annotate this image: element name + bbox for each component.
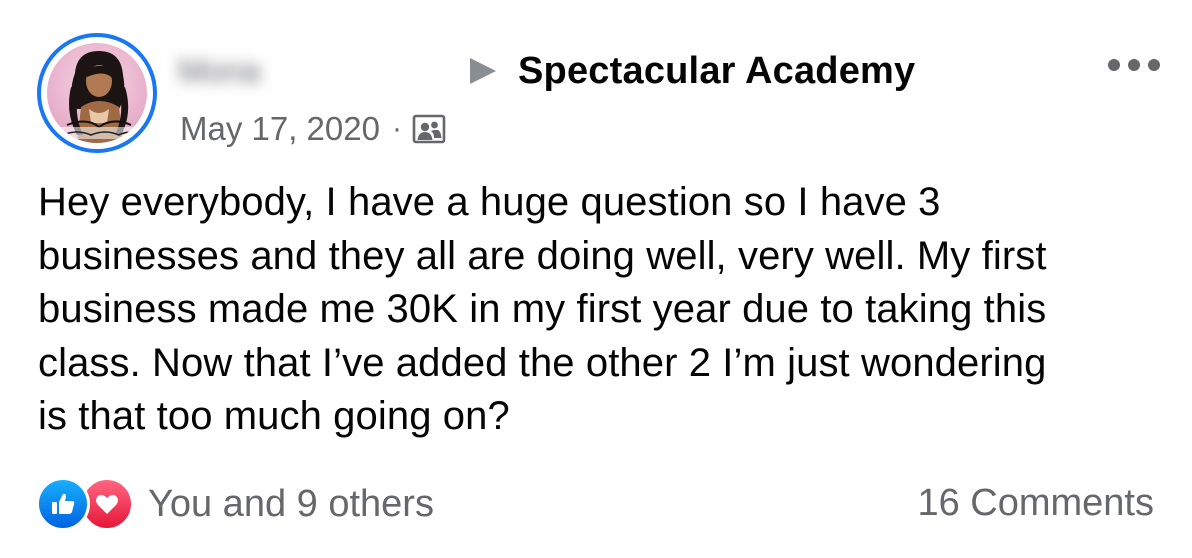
post-date[interactable]: May 17, 2020 — [180, 110, 380, 148]
post-body-line: Hey everybody, I have a huge question so… — [38, 180, 941, 224]
more-dot-icon — [1108, 59, 1120, 71]
author-avatar[interactable] — [37, 33, 157, 153]
group-members-icon[interactable] — [412, 112, 446, 146]
post-body-line: class. Now that I’ve added the other 2 I… — [38, 340, 1047, 385]
post-meta: May 17, 2020 · — [180, 108, 446, 150]
reactions-count[interactable]: You and 9 others — [148, 483, 434, 526]
reactions-summary[interactable]: You and 9 others — [36, 477, 434, 531]
post-body-line: is that too much going on? — [38, 394, 510, 438]
more-dot-icon — [1128, 59, 1140, 71]
more-options-button[interactable] — [1108, 54, 1160, 76]
avatar-image — [47, 43, 147, 143]
post-body-line: businesses and they all are doing well, … — [38, 233, 1047, 278]
post-body: Hey everybody, I have a huge question so… — [38, 176, 1158, 444]
meta-separator: · — [391, 112, 402, 145]
comments-count[interactable]: 16 Comments — [917, 482, 1154, 525]
like-icon — [36, 477, 90, 531]
author-name[interactable]: Mona — [178, 52, 261, 90]
post-body-line: business made me 30K in my first year du… — [38, 287, 1047, 331]
more-dot-icon — [1148, 59, 1160, 71]
caret-right-icon — [470, 58, 496, 84]
avatar-portrait-icon — [57, 51, 137, 143]
post-card: Mona Spectacular Academy May 17, 2020 · … — [0, 0, 1192, 558]
group-name-link[interactable]: Spectacular Academy — [518, 50, 915, 93]
